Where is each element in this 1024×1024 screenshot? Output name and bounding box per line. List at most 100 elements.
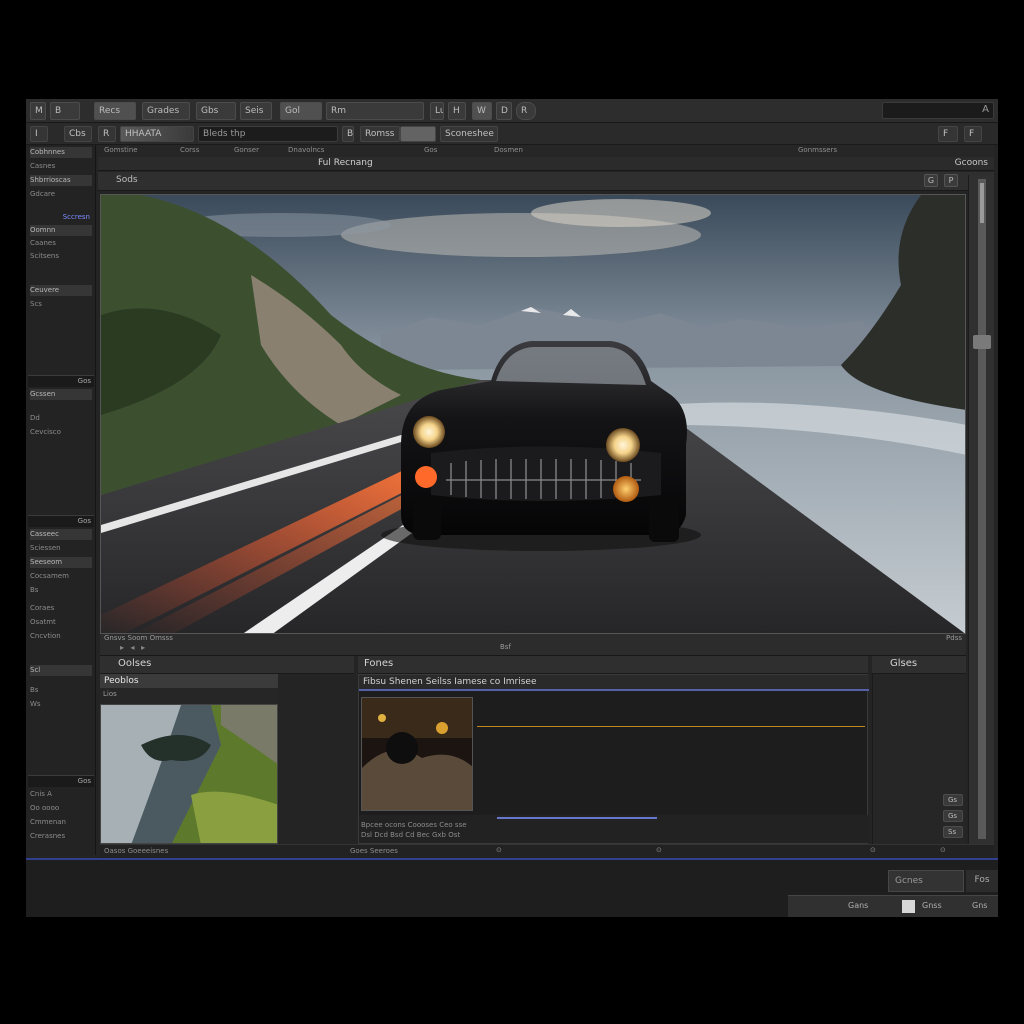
panel-tab[interactable]: Gonser xyxy=(234,146,259,154)
tool-bar: I Cbs R HHAATA Bleds thp B Romss Sconesh… xyxy=(26,123,998,145)
color-swatch[interactable] xyxy=(902,900,915,913)
left-panel-item[interactable]: Ws xyxy=(30,699,92,710)
tool-button[interactable]: Cbs xyxy=(64,126,92,142)
menu-bar: M B Recs Grades Gbs Seis Gol Rm Luces H … xyxy=(26,99,998,123)
left-panel-item[interactable]: Cocsamem xyxy=(30,571,92,582)
left-panel-item[interactable]: Sciessen xyxy=(30,543,92,554)
menu-item[interactable]: Rm xyxy=(326,102,424,120)
props-button[interactable]: Gs xyxy=(943,810,963,822)
panel-tab[interactable]: Gomstine xyxy=(104,146,138,154)
browser-panel-header: Oolses xyxy=(100,656,354,674)
left-panel-item[interactable]: Shbrrioscas xyxy=(30,175,92,186)
left-panel-item[interactable]: Bs xyxy=(30,585,92,596)
panel-tab[interactable]: Dosmen xyxy=(494,146,523,154)
bottom-status-bar: Gans Gnss Gns xyxy=(788,895,998,917)
properties-panel: Gs Gs Ss xyxy=(872,674,966,844)
left-panel-item[interactable]: Cncvtion xyxy=(30,631,92,642)
left-panel-item[interactable]: Scs xyxy=(30,299,92,310)
left-panel-item[interactable]: Gdcare xyxy=(30,189,92,200)
tool-button[interactable]: F xyxy=(938,126,958,142)
menu-item[interactable]: Luces xyxy=(430,102,444,120)
panel-tab[interactable]: Dnavolncs xyxy=(288,146,324,154)
scrollbar-handle[interactable] xyxy=(980,183,984,223)
viewer-canvas[interactable] xyxy=(100,194,966,634)
menu-item[interactable]: D xyxy=(496,102,512,120)
left-panel-item[interactable]: Crerasnes xyxy=(30,831,92,842)
bottom-action-button[interactable]: Fos xyxy=(966,870,998,892)
viewer-title: Ful Recnang xyxy=(318,158,373,168)
menu-item[interactable]: Seis xyxy=(240,102,272,120)
menu-item[interactable]: W xyxy=(472,102,492,120)
left-panel-section[interactable]: Gos xyxy=(28,375,94,387)
left-panel-item[interactable]: Bs xyxy=(30,685,92,696)
vertical-scrollbar[interactable] xyxy=(968,175,994,845)
left-panel-item[interactable]: Scl xyxy=(30,665,92,676)
menu-item[interactable]: R xyxy=(516,102,536,120)
media-browser: Peoblos Lios xyxy=(100,674,278,844)
panel-tab[interactable]: Gos xyxy=(424,146,437,154)
menu-item[interactable]: H xyxy=(448,102,466,120)
tool-button-selected[interactable] xyxy=(400,126,436,142)
asset-thumbnail[interactable] xyxy=(100,704,278,844)
left-panel-item[interactable]: Oomnn xyxy=(30,225,92,236)
left-panel-section[interactable]: Gos xyxy=(28,515,94,527)
tool-button[interactable]: B xyxy=(342,126,354,142)
left-panel-item[interactable]: Coraes xyxy=(30,603,92,614)
status-icon[interactable]: ⊙ xyxy=(656,846,662,854)
left-panel-item[interactable]: Cnis A xyxy=(30,789,92,800)
viewer-footer-label: Gnsvs Soom Omsss xyxy=(104,634,173,642)
panel-tab[interactable]: Corss xyxy=(180,146,199,154)
viewer-option-button[interactable]: P xyxy=(944,174,958,187)
status-icon[interactable]: ⊙ xyxy=(870,846,876,854)
left-panel-item[interactable]: Cobhnnes xyxy=(30,147,92,158)
menu-item[interactable]: Recs xyxy=(94,102,136,120)
props-button[interactable]: Gs xyxy=(943,794,963,806)
left-panel-item[interactable]: Dd xyxy=(30,413,92,424)
status-mid: Goes Seeroes xyxy=(350,847,398,855)
playhead-line[interactable] xyxy=(477,726,865,727)
left-panel-item[interactable]: Gcssen xyxy=(30,389,92,400)
timeline-header: Fibsu Shenen Seilss Iamese co Imrisee xyxy=(359,675,869,691)
left-panel-item[interactable]: Caanes xyxy=(30,238,92,249)
menu-item[interactable]: Grades xyxy=(142,102,190,120)
left-panel-item[interactable]: Osatmt xyxy=(30,617,92,628)
menu-item[interactable]: B xyxy=(50,102,80,120)
menu-item[interactable]: Gol xyxy=(280,102,322,120)
panel-tabs: Gomstine Corss Gonser Dnavolncs Gos Dosm… xyxy=(98,145,994,157)
tool-button[interactable]: F xyxy=(964,126,982,142)
status-icon[interactable]: ⊙ xyxy=(496,846,502,854)
playback-icons[interactable]: ▸ ◂ ▸ xyxy=(120,643,147,652)
scrollbar-thumb[interactable] xyxy=(973,335,991,349)
selected-asset-label[interactable]: Peoblos xyxy=(100,674,278,688)
search-input[interactable]: A xyxy=(882,102,994,119)
scrollbar-trough[interactable] xyxy=(978,179,986,839)
tool-button[interactable]: R xyxy=(98,126,116,142)
tool-button[interactable]: Romss xyxy=(360,126,400,142)
left-panel-item[interactable]: Cmmenan xyxy=(30,817,92,828)
left-panel-item[interactable]: Scitsens xyxy=(30,251,92,262)
menu-item[interactable]: Gbs xyxy=(196,102,236,120)
left-panel-item[interactable]: Casnes xyxy=(30,161,92,172)
left-panel-item[interactable]: Cevcisco xyxy=(30,427,92,438)
panel-tab[interactable]: Gonmssers xyxy=(798,146,837,154)
left-panel-item[interactable]: Oo oooo xyxy=(30,803,92,814)
left-panel-section[interactable]: Gos xyxy=(28,775,94,787)
left-panel-item[interactable]: Seeseom xyxy=(30,557,92,568)
left-panel-item[interactable]: Ceuvere xyxy=(30,285,92,296)
tool-button[interactable]: I xyxy=(30,126,48,142)
props-button[interactable]: Ss xyxy=(943,826,963,838)
viewer-footer-center: Bsf xyxy=(500,643,511,651)
tool-button[interactable]: Sconeshee xyxy=(440,126,498,142)
tool-field[interactable]: HHAATA xyxy=(120,126,194,142)
timeline-clip[interactable] xyxy=(361,697,473,811)
left-panel-item[interactable]: Sccresn xyxy=(30,212,92,223)
bottom-action-button[interactable]: Gcnes xyxy=(888,870,964,892)
left-panel-item[interactable]: Casseec xyxy=(30,529,92,540)
viewer-option-button[interactable]: G xyxy=(924,174,938,187)
menu-item[interactable]: M xyxy=(30,102,46,120)
viewer-mode-label[interactable]: Gcoons xyxy=(955,158,988,168)
viewer-footer-right: Pdss xyxy=(946,634,962,642)
status-icon[interactable]: ⊙ xyxy=(940,846,946,854)
timeline-track[interactable] xyxy=(497,817,657,819)
tool-field[interactable]: Bleds thp xyxy=(198,126,338,142)
